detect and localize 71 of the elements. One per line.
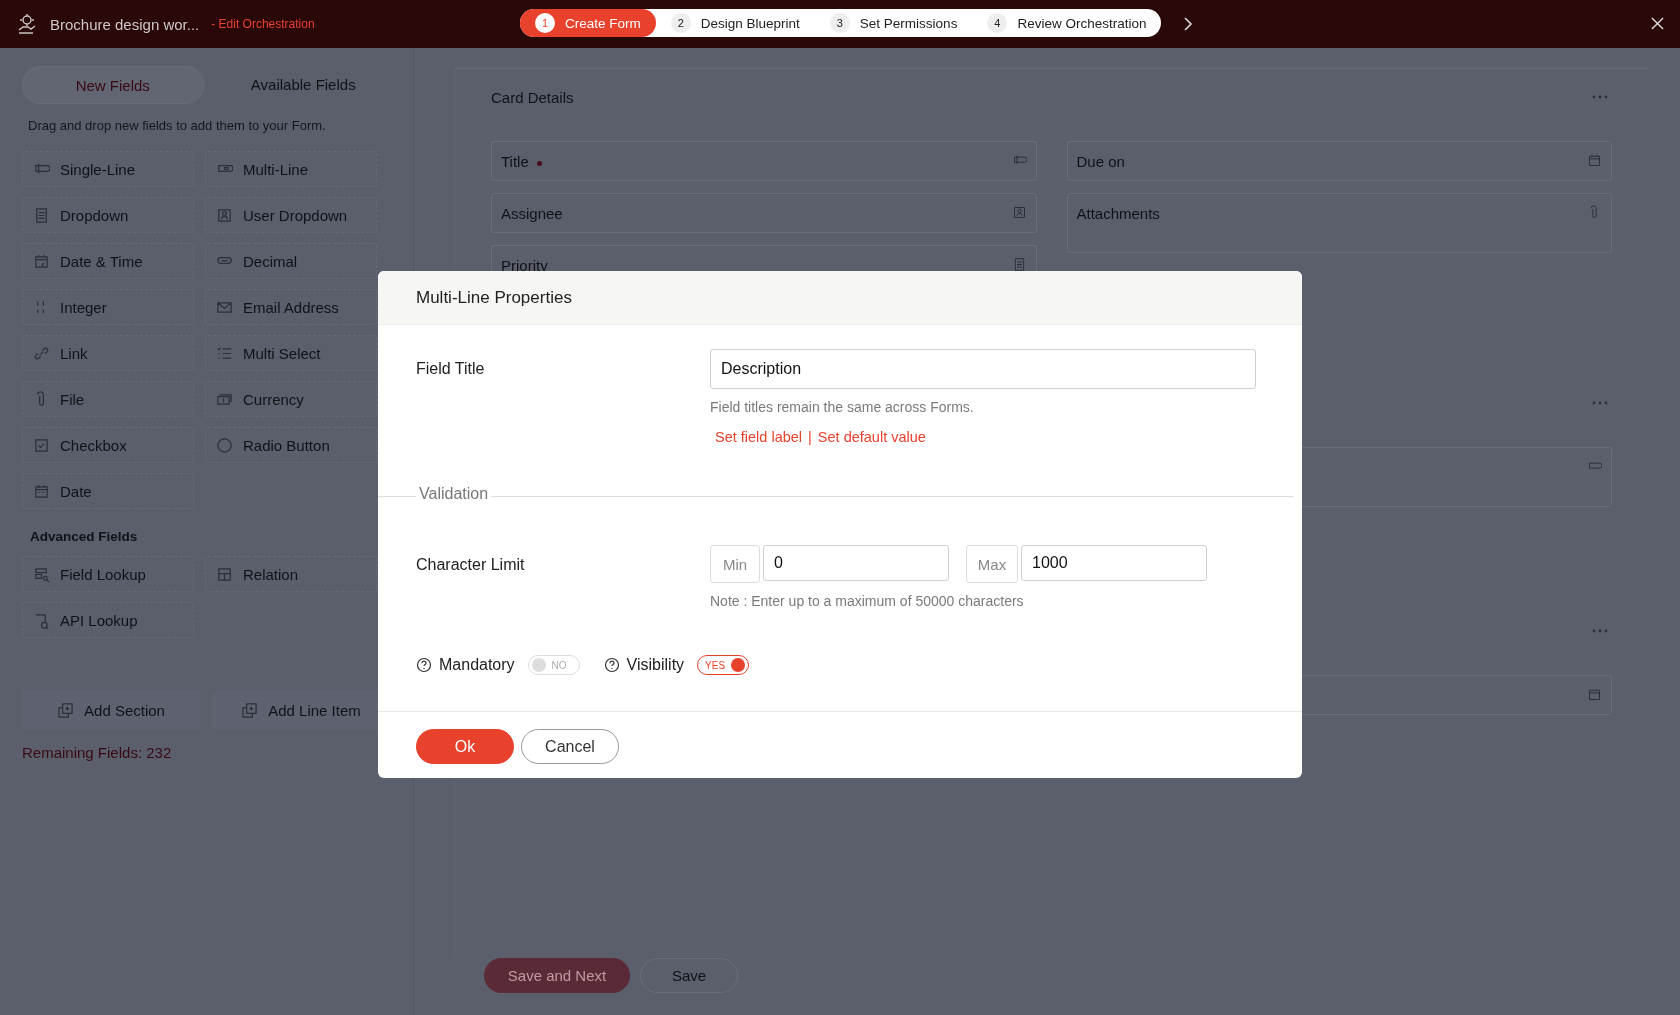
list-icon xyxy=(33,206,50,224)
field-type-item[interactable]: Date xyxy=(22,473,194,509)
section-title: Card Details xyxy=(491,88,574,106)
field-type-item[interactable]: User Dropdown xyxy=(205,197,377,233)
calendar-icon xyxy=(1587,687,1602,702)
help-icon[interactable] xyxy=(416,657,432,673)
edit-orchestration-link[interactable]: - Edit Orchestration xyxy=(211,17,315,31)
form-field[interactable]: Attachments xyxy=(1066,193,1612,253)
sidebar-tab[interactable]: New Fields xyxy=(22,66,204,104)
field-type-item[interactable]: Multi-Line xyxy=(205,151,377,187)
chevron-right-icon[interactable] xyxy=(1182,16,1194,32)
help-icon[interactable] xyxy=(603,657,620,673)
dialog-title: Multi-Line Properties xyxy=(416,287,572,308)
field-type-item[interactable]: Single-Line xyxy=(22,151,194,187)
step-tab[interactable]: 4 Review Orchestration xyxy=(972,9,1162,37)
user-icon xyxy=(216,206,233,224)
user-icon xyxy=(1011,205,1027,220)
field-type-item[interactable]: Email Address xyxy=(205,289,377,325)
field-type-item[interactable]: Field Lookup xyxy=(22,556,194,592)
layout-icon xyxy=(216,565,233,583)
calendar-icon xyxy=(33,482,50,500)
form-field[interactable]: Title xyxy=(491,141,1037,181)
field-type-item[interactable]: Relation xyxy=(205,556,377,592)
field-type-item[interactable]: Multi Select xyxy=(205,335,377,371)
set-field-label-link[interactable]: Set field label xyxy=(715,429,803,445)
section-heading: Advanced Fields xyxy=(30,529,139,544)
field-type-item[interactable]: Radio Button xyxy=(205,427,377,463)
search-list-icon xyxy=(33,565,50,583)
field-type-item[interactable]: Dropdown xyxy=(22,197,194,233)
form-field[interactable]: Assignee xyxy=(491,193,1037,233)
sidebar-tab[interactable]: Available Fields xyxy=(213,66,393,102)
add-button[interactable]: Add Section xyxy=(22,690,200,730)
calendar-icon xyxy=(33,252,50,270)
close-icon[interactable] xyxy=(1651,17,1664,30)
cancel-button[interactable]: Cancel xyxy=(521,729,619,764)
min-input[interactable]: 0 xyxy=(763,545,949,581)
calendar-icon xyxy=(1587,153,1602,168)
field-title-input[interactable]: Description xyxy=(710,349,1256,389)
add-copy-icon xyxy=(57,701,75,719)
field-type-item[interactable]: Currency xyxy=(205,381,377,417)
add-copy-icon xyxy=(241,701,259,719)
step-tab[interactable]: 2 Design Blueprint xyxy=(655,9,815,37)
field-hint: Field titles remain the same across Forms. xyxy=(710,399,975,415)
limit-note: Note : Enter up to a maximum of 50000 characters xyxy=(710,593,1025,609)
field-type-item[interactable]: API Lookup xyxy=(22,602,194,638)
toggle-label: Mandatory xyxy=(439,656,515,674)
remaining-fields: Remaining Fields: 232 xyxy=(22,744,393,761)
search-icon xyxy=(33,611,50,629)
sidebar-hint: Drag and drop new fields to add them to your Form. xyxy=(28,118,327,133)
step-tab[interactable]: 1 Create Form xyxy=(520,9,656,37)
save-button[interactable]: Save and Next xyxy=(484,958,630,993)
field-label: Character Limit xyxy=(416,555,526,575)
field-type-item[interactable]: File xyxy=(22,381,194,417)
orchestration-title: Brochure design wor... xyxy=(50,15,200,33)
toggle-label: Visibility xyxy=(626,656,685,674)
field-type-item[interactable]: Integer xyxy=(22,289,194,325)
ok-button[interactable]: Ok xyxy=(416,729,514,764)
min-addon: Min xyxy=(710,545,760,583)
field-type-item[interactable]: Checkbox xyxy=(22,427,194,463)
field-type-item[interactable]: Decimal xyxy=(205,243,377,279)
validation-legend: Validation xyxy=(416,485,492,502)
form-field[interactable]: Due on xyxy=(1066,141,1612,181)
field-label: Field Title xyxy=(416,359,486,379)
max-addon: Max xyxy=(966,545,1018,583)
checkbox-icon xyxy=(33,436,50,454)
field-type-item[interactable]: Link xyxy=(22,335,194,371)
max-input[interactable]: 1000 xyxy=(1021,545,1207,581)
field-type-item[interactable]: Date & Time xyxy=(22,243,194,279)
step-tab[interactable]: 3 Set Permissions xyxy=(814,9,973,37)
link-separator: | xyxy=(808,429,812,445)
set-default-value-link[interactable]: Set default value xyxy=(817,429,926,445)
